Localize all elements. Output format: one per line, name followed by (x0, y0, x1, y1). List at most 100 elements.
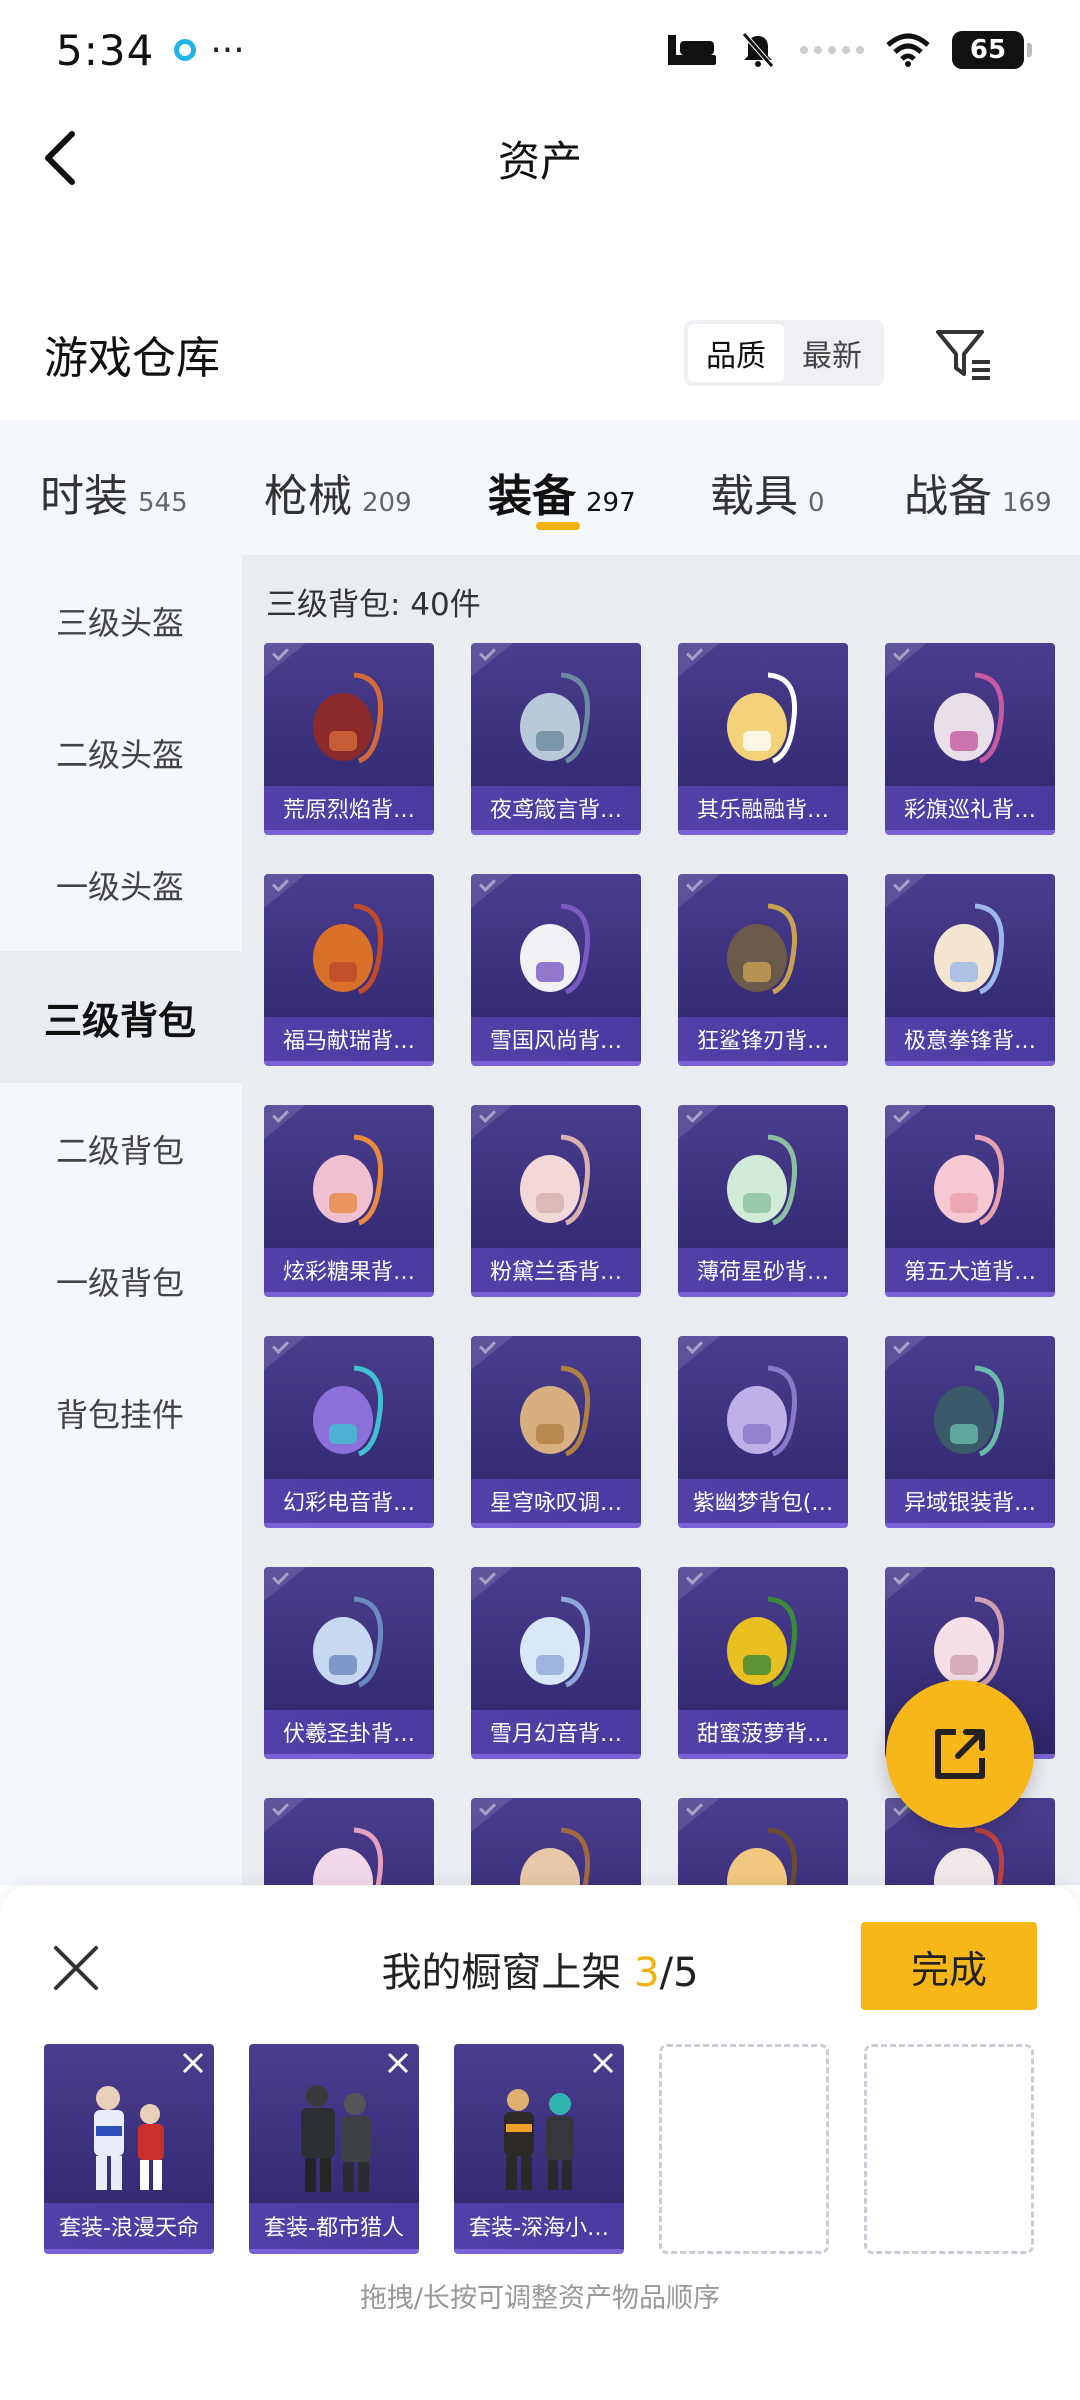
backpack-item-card[interactable]: 其乐融融背… (678, 643, 848, 835)
backpack-item-card[interactable]: 彩旗巡礼背… (885, 643, 1055, 835)
sidebar-item-backpack-lv2[interactable]: 二级背包 (0, 1083, 242, 1215)
tab-label: 枪械 (264, 471, 352, 522)
backpack-item-card[interactable]: 星穹咏叹调… (471, 1336, 641, 1528)
item-name: 荒原烈焰背… (264, 786, 434, 830)
sidebar-item-backpack-lv3[interactable]: 三级背包 (0, 951, 242, 1083)
empty-showcase-slot[interactable] (659, 2044, 829, 2254)
tab-fashion[interactable]: 时装 545 (40, 460, 188, 524)
backpack-thumbnail (727, 903, 798, 995)
backpack-item-card[interactable]: 雪月幻音背… (471, 1567, 641, 1759)
backpack-item-card[interactable]: 荒原烈焰背… (264, 643, 434, 835)
showcase-count: 3 (634, 1950, 660, 1996)
showcase-slot[interactable]: 套装-浪漫天命 (44, 2044, 214, 2254)
backpack-item-card[interactable]: 福马献瑞背… (264, 874, 434, 1066)
tab-combat-supplies[interactable]: 战备 169 (904, 460, 1052, 524)
showcase-slot[interactable]: 套装-深海小… (454, 2044, 624, 2254)
backpack-item-card[interactable]: 第五大道背… (885, 1105, 1055, 1297)
backpack-thumbnail (313, 1365, 384, 1457)
backpack-item-card[interactable]: 狂鲨锋刃背… (678, 874, 848, 1066)
item-name: 伏羲圣卦背… (264, 1710, 434, 1754)
backpack-thumbnail (313, 1827, 384, 1885)
status-time: 5:34 (56, 25, 155, 75)
item-name: 幻彩电音背… (264, 1479, 434, 1523)
done-button[interactable]: 完成 (861, 1922, 1037, 2010)
backpack-thumbnail (934, 1827, 1005, 1885)
backpack-thumbnail (934, 672, 1005, 764)
sidebar-item-helmet-lv2[interactable]: 二级头盔 (0, 687, 242, 819)
showcase-sheet: 我的橱窗上架 3/5 完成 套装-浪漫天命 套装-都市猎人 套装-深海小… 拖拽… (0, 1886, 1080, 2400)
item-name: 雪月幻音背… (471, 1710, 641, 1754)
sidebar-item-backpack-charm[interactable]: 背包挂件 (0, 1347, 242, 1479)
sidebar-item-helmet-lv1[interactable]: 一级头盔 (0, 819, 242, 951)
reorder-hint: 拖拽/长按可调整资产物品顺序 (359, 2283, 721, 2314)
page-title: 资产 (497, 137, 582, 186)
sort-option-quality[interactable]: 品质 (688, 324, 784, 382)
backpack-item-card[interactable]: 幻彩电音背… (264, 1336, 434, 1528)
backpack-item-card[interactable]: 炫彩糖果背… (264, 1105, 434, 1297)
backpack-thumbnail (727, 1827, 798, 1885)
battery-indicator: 65 (952, 31, 1032, 69)
backpack-item-card[interactable]: 伏羲圣卦背… (264, 1567, 434, 1759)
sidebar-item-helmet-lv3[interactable]: 三级头盔 (0, 555, 242, 687)
backpack-thumbnail (313, 903, 384, 995)
remove-slot-button[interactable] (180, 2050, 206, 2076)
showcase-slots: 套装-浪漫天命 套装-都市猎人 套装-深海小… (44, 2044, 1034, 2254)
tab-count: 545 (138, 488, 188, 518)
item-name: 狂鲨锋刃背… (678, 1017, 848, 1061)
backpack-item-card[interactable]: 雪国风尚背… (471, 874, 641, 1066)
backpack-item-card[interactable] (678, 1798, 848, 1885)
tab-count: 0 (808, 488, 825, 518)
sort-option-newest[interactable]: 最新 (784, 324, 880, 382)
backpack-thumbnail (313, 1596, 384, 1688)
backpack-item-card[interactable]: 紫幽梦背包(… (678, 1336, 848, 1528)
slot-label: 套装-深海小… (454, 2203, 624, 2249)
close-icon (182, 2052, 204, 2074)
backpack-item-card[interactable]: 粉黛兰香背… (471, 1105, 641, 1297)
tab-count: 297 (586, 488, 636, 518)
grid-header: 三级背包: 40件 (266, 587, 481, 623)
backpack-thumbnail (520, 1365, 591, 1457)
item-name: 甜蜜菠萝背… (678, 1710, 848, 1754)
qq-notification-icon (174, 39, 197, 61)
close-icon (387, 2052, 409, 2074)
sidebar-item-backpack-lv1[interactable]: 一级背包 (0, 1215, 242, 1347)
empty-showcase-slot[interactable] (864, 2044, 1034, 2254)
backpack-item-card[interactable] (264, 1798, 434, 1885)
active-tab-indicator (536, 522, 580, 530)
share-out-icon (935, 1729, 985, 1779)
backpack-item-card[interactable]: 薄荷星砂背… (678, 1105, 848, 1297)
filter-button[interactable] (932, 322, 996, 386)
backpack-thumbnail (934, 1134, 1005, 1226)
item-name: 炫彩糖果背… (264, 1248, 434, 1292)
tab-equipment[interactable]: 装备 297 (488, 460, 636, 524)
backpack-item-card[interactable]: 极意拳锋背… (885, 874, 1055, 1066)
slot-label: 套装-浪漫天命 (44, 2203, 214, 2249)
item-name: 薄荷星砂背… (678, 1248, 848, 1292)
backpack-item-card[interactable]: 夜鸢箴言背… (471, 643, 641, 835)
outfit-thumbnail (301, 2085, 371, 2192)
item-name: 第五大道背… (885, 1248, 1055, 1292)
item-name: 彩旗巡礼背… (885, 786, 1055, 830)
backpack-item-card[interactable]: 甜蜜菠萝背… (678, 1567, 848, 1759)
showcase-slot[interactable]: 套装-都市猎人 (249, 2044, 419, 2254)
remove-slot-button[interactable] (385, 2050, 411, 2076)
item-name: 其乐融融背… (678, 786, 848, 830)
close-icon (592, 2052, 614, 2074)
item-name: 紫幽梦背包(… (678, 1479, 848, 1523)
wifi-icon (886, 33, 930, 67)
backpack-item-card[interactable]: 异域银装背… (885, 1336, 1055, 1528)
tab-firearms[interactable]: 枪械 209 (264, 460, 412, 524)
tab-count: 169 (1002, 488, 1052, 518)
share-fab[interactable] (886, 1680, 1034, 1828)
remove-slot-button[interactable] (590, 2050, 616, 2076)
backpack-thumbnail (727, 1596, 798, 1688)
tab-label: 装备 (488, 471, 576, 522)
item-name: 星穹咏叹调… (471, 1479, 641, 1523)
section-title: 游戏仓库 (44, 333, 220, 384)
mute-bell-icon (742, 32, 774, 68)
tab-vehicles[interactable]: 载具 0 (710, 460, 825, 524)
backpack-item-card[interactable] (471, 1798, 641, 1885)
backpack-thumbnail (520, 1827, 591, 1885)
status-bar: 5:34 ··· 65 (0, 0, 1080, 100)
backpack-thumbnail (313, 1134, 384, 1226)
